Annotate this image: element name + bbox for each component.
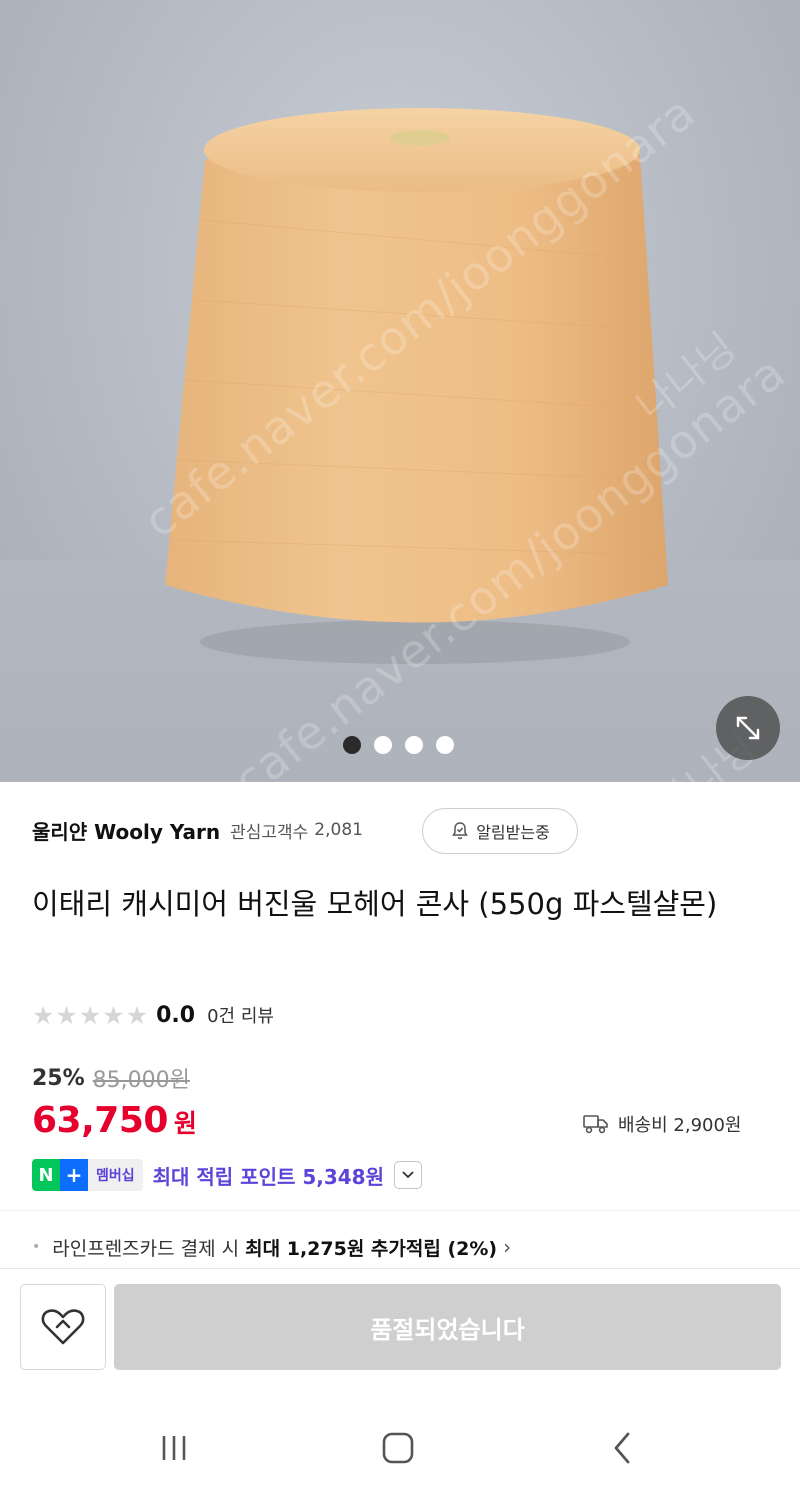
expand-icon xyxy=(736,716,760,740)
follower-label: 관심고객수 xyxy=(230,822,309,843)
chevron-right-icon: › xyxy=(503,1235,512,1259)
recent-apps-button[interactable] xyxy=(150,1426,198,1470)
truck-icon xyxy=(583,1115,608,1134)
rating-score: 0.0 xyxy=(156,1002,196,1028)
home-button[interactable] xyxy=(374,1426,422,1470)
product-title: 이태리 캐시미어 버진울 모헤어 콘사 (550g 파스텔샬몬) xyxy=(32,887,718,921)
plus-logo: + xyxy=(60,1159,88,1191)
sale-price: 63,750 원 xyxy=(32,1100,197,1146)
bell-check-icon xyxy=(452,822,469,840)
star-icon: ★ xyxy=(32,1000,55,1030)
home-icon xyxy=(382,1432,414,1464)
pagination-dot[interactable] xyxy=(374,736,392,754)
card-benefit-prefix: 라인프렌즈카드 결제 시 xyxy=(52,1237,240,1260)
star-icon: ★ xyxy=(102,1000,125,1030)
review-count-link[interactable]: 0건 리뷰 xyxy=(207,1002,274,1028)
card-benefit-link[interactable]: • 라인프렌즈카드 결제 시 최대 1,275원 추가적립 (2%) › xyxy=(32,1230,511,1264)
discount-rate: 25% xyxy=(32,1065,85,1091)
gallery-pagination xyxy=(343,736,454,754)
currency-unit: 원 xyxy=(173,1109,197,1138)
pagination-dot[interactable] xyxy=(405,736,423,754)
shipping-fee: 배송비 2,900원 xyxy=(582,1108,742,1140)
max-points-text: 최대 적립 포인트 5,348원 xyxy=(152,1164,384,1189)
alarm-subscribed-button[interactable]: 알림받는중 xyxy=(422,808,578,854)
naver-plus-membership-badge: N + 멤버십 xyxy=(32,1159,143,1191)
wishlist-button[interactable] xyxy=(20,1284,106,1370)
soldout-button[interactable]: 품절되었습니다 xyxy=(114,1284,781,1370)
rating-summary[interactable]: ★ ★ ★ ★ ★ 0.0 0건 리뷰 xyxy=(32,998,274,1032)
alarm-label: 알림받는중 xyxy=(476,823,550,842)
divider xyxy=(0,1268,800,1269)
star-icon: ★ xyxy=(78,1000,102,1030)
heart-icon xyxy=(41,1309,85,1345)
back-button[interactable] xyxy=(598,1426,646,1470)
seller-info: 울리얀 Wooly Yarn 관심고객수 2,081 xyxy=(32,808,363,852)
expand-image-button[interactable] xyxy=(716,696,780,760)
divider xyxy=(0,1210,800,1211)
star-rating: ★ ★ ★ ★ ★ xyxy=(32,1003,148,1028)
membership-label: 멤버십 xyxy=(88,1159,143,1191)
star-icon: ★ xyxy=(55,1000,78,1030)
system-navigation-bar xyxy=(0,1400,800,1492)
follower-count: 2,081 xyxy=(314,820,363,840)
back-icon xyxy=(614,1432,630,1464)
sale-price-value: 63,750 xyxy=(32,1100,168,1141)
star-icon: ★ xyxy=(125,1000,149,1030)
product-image-gallery[interactable]: cafe.naver.com/joonggonara cafe.naver.co… xyxy=(0,0,800,782)
membership-points[interactable]: N + 멤버십 최대 적립 포인트 5,348원 xyxy=(32,1158,422,1192)
chevron-down-icon[interactable] xyxy=(394,1161,422,1189)
card-benefit-highlight: 최대 1,275원 추가적립 (2%) xyxy=(245,1237,498,1260)
discount-info: 25% 85,000원 xyxy=(32,1062,190,1094)
naver-n-logo: N xyxy=(32,1159,60,1191)
bullet-icon: • xyxy=(32,1239,41,1255)
pagination-dot[interactable] xyxy=(436,736,454,754)
shipping-fee-text: 배송비 2,900원 xyxy=(618,1115,742,1136)
recent-apps-icon xyxy=(162,1436,186,1460)
pagination-dot-active[interactable] xyxy=(343,736,361,754)
original-price: 85,000원 xyxy=(92,1068,190,1093)
seller-name[interactable]: 울리얀 Wooly Yarn xyxy=(32,816,220,845)
